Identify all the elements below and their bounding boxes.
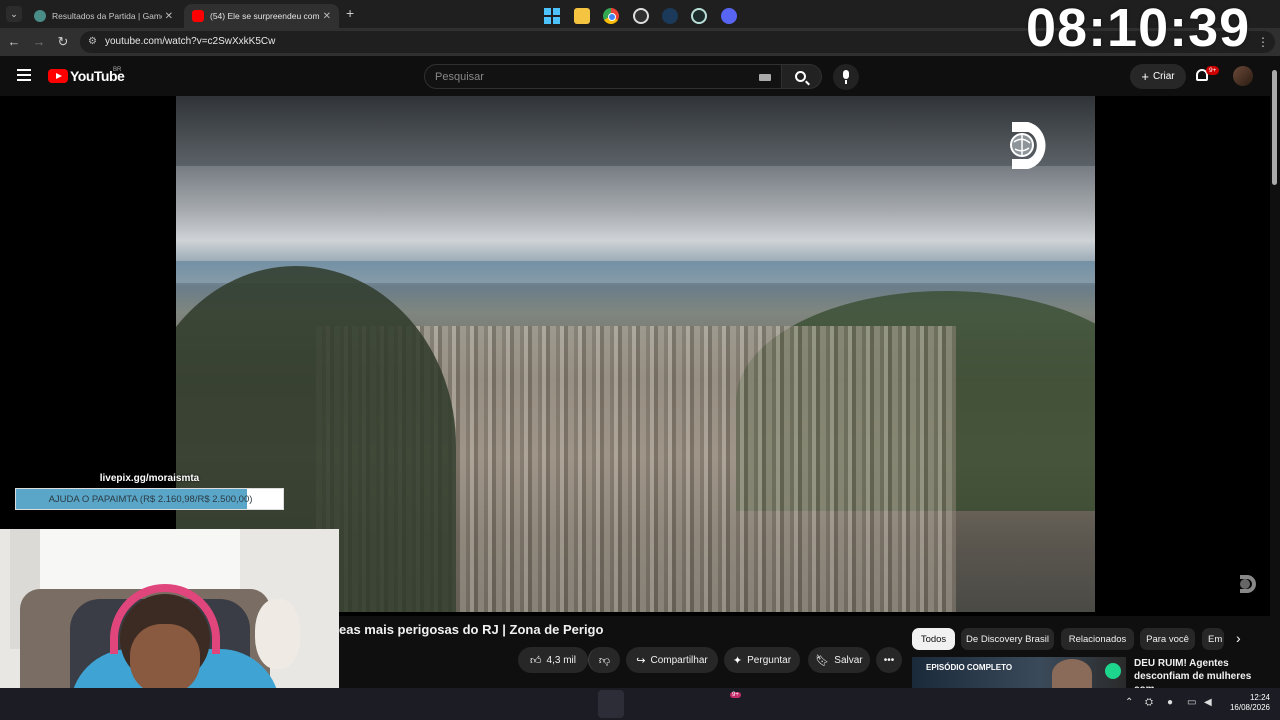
create-button[interactable]: + Criar — [1130, 64, 1186, 89]
ask-button[interactable]: ✦ Perguntar — [724, 647, 800, 673]
gamers-favicon-icon — [34, 10, 46, 22]
reload-icon[interactable]: ↻ — [55, 34, 71, 50]
plus-icon: + — [1141, 69, 1149, 84]
thumbs-up-icon: 👍︎ — [530, 654, 542, 667]
chrome-icon[interactable] — [603, 8, 619, 24]
dislike-button[interactable]: 👎︎ — [588, 647, 620, 673]
like-count: 4,3 mil — [546, 654, 576, 666]
steam-icon[interactable] — [662, 8, 678, 24]
more-icon: ••• — [883, 654, 895, 666]
site-info-icon[interactable]: ⚙ — [88, 36, 97, 47]
microphone-icon[interactable]: ● — [1167, 697, 1173, 708]
close-tab-icon[interactable]: ✕ — [323, 11, 331, 22]
volume-icon[interactable]: ◀ — [1204, 697, 1212, 708]
browser-tab-active[interactable]: (54) Ele se surpreendeu com ✕ — [184, 4, 339, 28]
avatar[interactable] — [1233, 66, 1253, 86]
chip-all[interactable]: Todos — [912, 628, 955, 650]
chip-related[interactable]: Relacionados — [1061, 628, 1134, 650]
thumbs-down-icon: 👎︎ — [598, 654, 611, 667]
livepix-url: livepix.gg/moraismta — [99, 473, 200, 484]
tab-search-button[interactable]: ⌄ — [6, 6, 22, 22]
share-label: Compartilhar — [650, 654, 708, 666]
tab-title: Resultados da Partida | Gamers — [52, 11, 162, 21]
region-label: BR — [113, 67, 122, 73]
windows-start-icon[interactable] — [544, 8, 560, 24]
url-text: youtube.com/watch?v=c2SwXxkK5Cw — [105, 36, 276, 47]
new-tab-button[interactable]: + — [346, 5, 354, 21]
video-title: eas mais perigosas do RJ | Zona de Perig… — [339, 622, 604, 637]
ask-label: Perguntar — [747, 654, 792, 666]
youtube-favicon-icon — [192, 10, 204, 22]
stream-clock: 08:10:39 — [1026, 0, 1251, 58]
search-input[interactable]: Pesquisar — [424, 64, 782, 89]
episode-badge: EPISÓDIO COMPLETO — [926, 663, 1013, 672]
discovery-watermark-icon — [1240, 575, 1256, 593]
display-icon[interactable]: ▭ — [1187, 697, 1196, 708]
back-icon[interactable]: ← — [6, 34, 22, 50]
save-label: Salvar — [834, 654, 863, 666]
system-clock[interactable]: 12:24 16/08/2026 — [1226, 693, 1270, 713]
windows-taskbar — [0, 688, 1280, 720]
search-icon — [795, 71, 806, 82]
network-icon[interactable]: ⛭ — [1145, 697, 1153, 708]
chip-from-discovery[interactable]: De Discovery Brasil — [961, 628, 1054, 650]
recommended-video-thumbnail[interactable]: EPISÓDIO COMPLETO — [912, 657, 1126, 688]
file-explorer-icon[interactable] — [574, 8, 590, 24]
save-button[interactable]: 🔖︎ Salvar — [808, 647, 870, 673]
keyboard-icon[interactable] — [759, 74, 771, 81]
like-button[interactable]: 👍︎ 4,3 mil — [518, 647, 588, 673]
share-button[interactable]: ↪ Compartilhar — [626, 647, 718, 673]
donation-goal-bar: AJUDA O PAPAIMTA (R$ 2.160,98/R$ 2.500,0… — [15, 488, 284, 510]
voice-search-button[interactable] — [833, 64, 859, 90]
clock-date: 16/08/2026 — [1229, 703, 1270, 712]
bookmark-icon: 🔖︎ — [815, 654, 830, 667]
clock-time: 12:24 — [1249, 693, 1270, 702]
sparkle-icon: ✦ — [732, 654, 743, 667]
menu-icon[interactable] — [17, 69, 31, 81]
donation-goal-text: AJUDA O PAPAIMTA (R$ 2.160,98/R$ 2.500,0… — [48, 494, 253, 505]
youtube-logo-icon[interactable] — [48, 69, 68, 83]
tab-title: (54) Ele se surpreendeu com — [210, 11, 320, 21]
chevron-right-icon[interactable]: › — [1236, 630, 1241, 646]
forward-icon[interactable]: → — [31, 34, 47, 50]
search-placeholder: Pesquisar — [435, 71, 484, 83]
notifications-badge: 9+ — [1206, 66, 1220, 75]
youtube-header: YouTube BR Pesquisar + Criar 9+ — [0, 56, 1270, 96]
discovery-logo-icon — [1010, 122, 1046, 169]
gamers-club-icon[interactable] — [691, 8, 707, 24]
discord-badge: 9+ — [730, 692, 741, 698]
discord-icon[interactable] — [721, 8, 737, 24]
chevron-up-icon[interactable]: ⌃ — [1125, 697, 1133, 708]
create-label: Criar — [1152, 71, 1175, 82]
scrollbar-thumb[interactable] — [1272, 70, 1277, 185]
chip-more[interactable]: Em — [1202, 628, 1224, 650]
browser-tab[interactable]: Resultados da Partida | Gamers ✕ — [26, 4, 181, 28]
search-button[interactable] — [782, 64, 822, 89]
channel-logo-icon — [1105, 663, 1121, 679]
active-app-highlight — [598, 690, 624, 718]
browser-menu-icon[interactable]: ⋮ — [1257, 35, 1269, 49]
close-tab-icon[interactable]: ✕ — [165, 11, 173, 22]
more-actions-button[interactable]: ••• — [876, 647, 902, 673]
share-icon: ↪ — [636, 654, 646, 667]
obs-icon[interactable] — [633, 8, 649, 24]
chip-for-you[interactable]: Para você — [1140, 628, 1195, 650]
